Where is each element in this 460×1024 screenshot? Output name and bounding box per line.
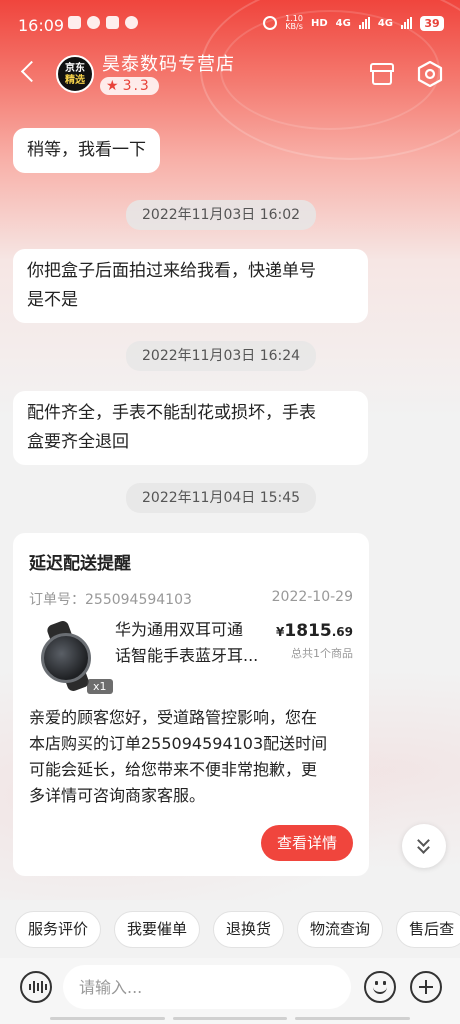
signal-bars-icon [358, 17, 370, 29]
order-number: 订单号：255094594103 [29, 592, 192, 608]
store-logo-text: 精选 [65, 75, 85, 86]
status-bar: 16:09 1.10 KB/s HD 4G 4G 39 [0, 0, 460, 50]
quick-action-return-exchange[interactable]: 退换货 [213, 911, 285, 948]
signal-bars-icon [401, 17, 412, 29]
store-logo-text: 京东 [65, 63, 85, 74]
wechat-icon [87, 16, 100, 29]
card-message-line: 亲爱的顾客您好，受道路管控影响，您在 [29, 708, 318, 727]
message-timestamp: 2022年11月04日 15:45 [126, 483, 317, 513]
message-icon [125, 16, 138, 29]
card-title: 延迟配送提醒 [29, 554, 131, 574]
quick-actions-bar: 服务评价 我要催单 退换货 物流查询 售后查 [15, 911, 460, 949]
network-speed-unit: KB/s [285, 22, 303, 31]
add-attachment-icon[interactable] [410, 971, 442, 1003]
product-count: 总共1个商品 [291, 647, 353, 660]
status-time: 16:09 [18, 16, 65, 35]
store-name[interactable]: 昊泰数码专营店 [102, 50, 235, 76]
message-bubble: 配件齐全，手表不能刮花或损坏，手表 盒要齐全退回 [13, 391, 368, 465]
emoji-icon[interactable] [364, 971, 396, 1003]
settings-icon[interactable] [416, 60, 444, 88]
message-bubble: 你把盒子后面拍过来给我看，快递单号 是不是 [13, 249, 368, 323]
hexagon-gear-icon [417, 61, 443, 87]
message-bubble: 稍等，我看一下 [13, 128, 160, 173]
chat-header: 京东 精选 昊泰数码专营店 ★ 3.3 [0, 44, 460, 104]
tiktok-icon [68, 16, 81, 29]
shop-icon[interactable] [368, 60, 396, 88]
card-message-line: 本店购买的订单255094594103配送时间 [29, 734, 328, 753]
card-message: 亲爱的顾客您好，受道路管控影响，您在 本店购买的订单255094594103配送… [29, 705, 357, 809]
quantity-badge: x1 [87, 679, 113, 694]
product-price: ¥1815.69 [276, 621, 353, 641]
status-indicators: 1.10 KB/s HD 4G 4G 39 [263, 15, 444, 31]
signal-label-2: 4G [377, 17, 393, 29]
quick-action-after-sales[interactable]: 售后查 [396, 911, 460, 948]
quick-action-urge-order[interactable]: 我要催单 [114, 911, 201, 948]
back-arrow-icon[interactable] [14, 56, 44, 86]
voice-input-icon[interactable] [20, 971, 52, 1003]
product-name[interactable]: 华为通用双耳可通 话智能手表蓝牙耳... [115, 617, 275, 669]
product-name-line: 华为通用双耳可通 [115, 620, 244, 639]
price-integer: 1815 [284, 621, 332, 641]
star-icon: ★ [106, 78, 121, 94]
message-text: 盒要齐全退回 [27, 432, 129, 452]
app-icon [106, 16, 119, 29]
message-text: 你把盒子后面拍过来给我看，快递单号 [27, 261, 316, 281]
quick-action-logistics[interactable]: 物流查询 [297, 911, 384, 948]
store-avatar[interactable]: 京东 精选 [56, 55, 94, 93]
store-rating: ★ 3.3 [100, 77, 159, 95]
alarm-icon [263, 16, 278, 30]
notification-icons [68, 16, 138, 29]
view-details-button[interactable]: 查看详情 [261, 825, 353, 861]
message-text: 是不是 [27, 290, 78, 310]
card-message-line: 可能会延长，给您带来不便非常抱歉，更 [29, 760, 318, 779]
battery-indicator: 39 [420, 15, 444, 31]
quick-action-service-review[interactable]: 服务评价 [15, 911, 102, 948]
product-name-line: 话智能手表蓝牙耳... [115, 646, 259, 665]
delivery-delay-card: 延迟配送提醒 订单号：255094594103 2022-10-29 x1 华为… [13, 533, 369, 876]
network-speed: 1.10 KB/s [285, 15, 303, 31]
input-bar [0, 958, 460, 1024]
message-text: 配件齐全，手表不能刮花或损坏，手表 [27, 403, 316, 423]
scroll-to-bottom-button[interactable] [402, 824, 446, 868]
rating-value: 3.3 [122, 78, 151, 94]
message-text: 稍等，我看一下 [27, 140, 146, 160]
home-indicator [50, 1017, 411, 1021]
signal-label-1: 4G [335, 17, 351, 29]
message-timestamp: 2022年11月03日 16:02 [126, 200, 317, 230]
price-decimal: .69 [331, 625, 353, 639]
order-date: 2022-10-29 [271, 589, 353, 605]
message-timestamp: 2022年11月03日 16:24 [126, 341, 317, 371]
message-input[interactable] [63, 965, 351, 1009]
hd-badge: HD [310, 17, 328, 29]
card-message-line: 多详情可咨询商家客服。 [29, 786, 206, 805]
